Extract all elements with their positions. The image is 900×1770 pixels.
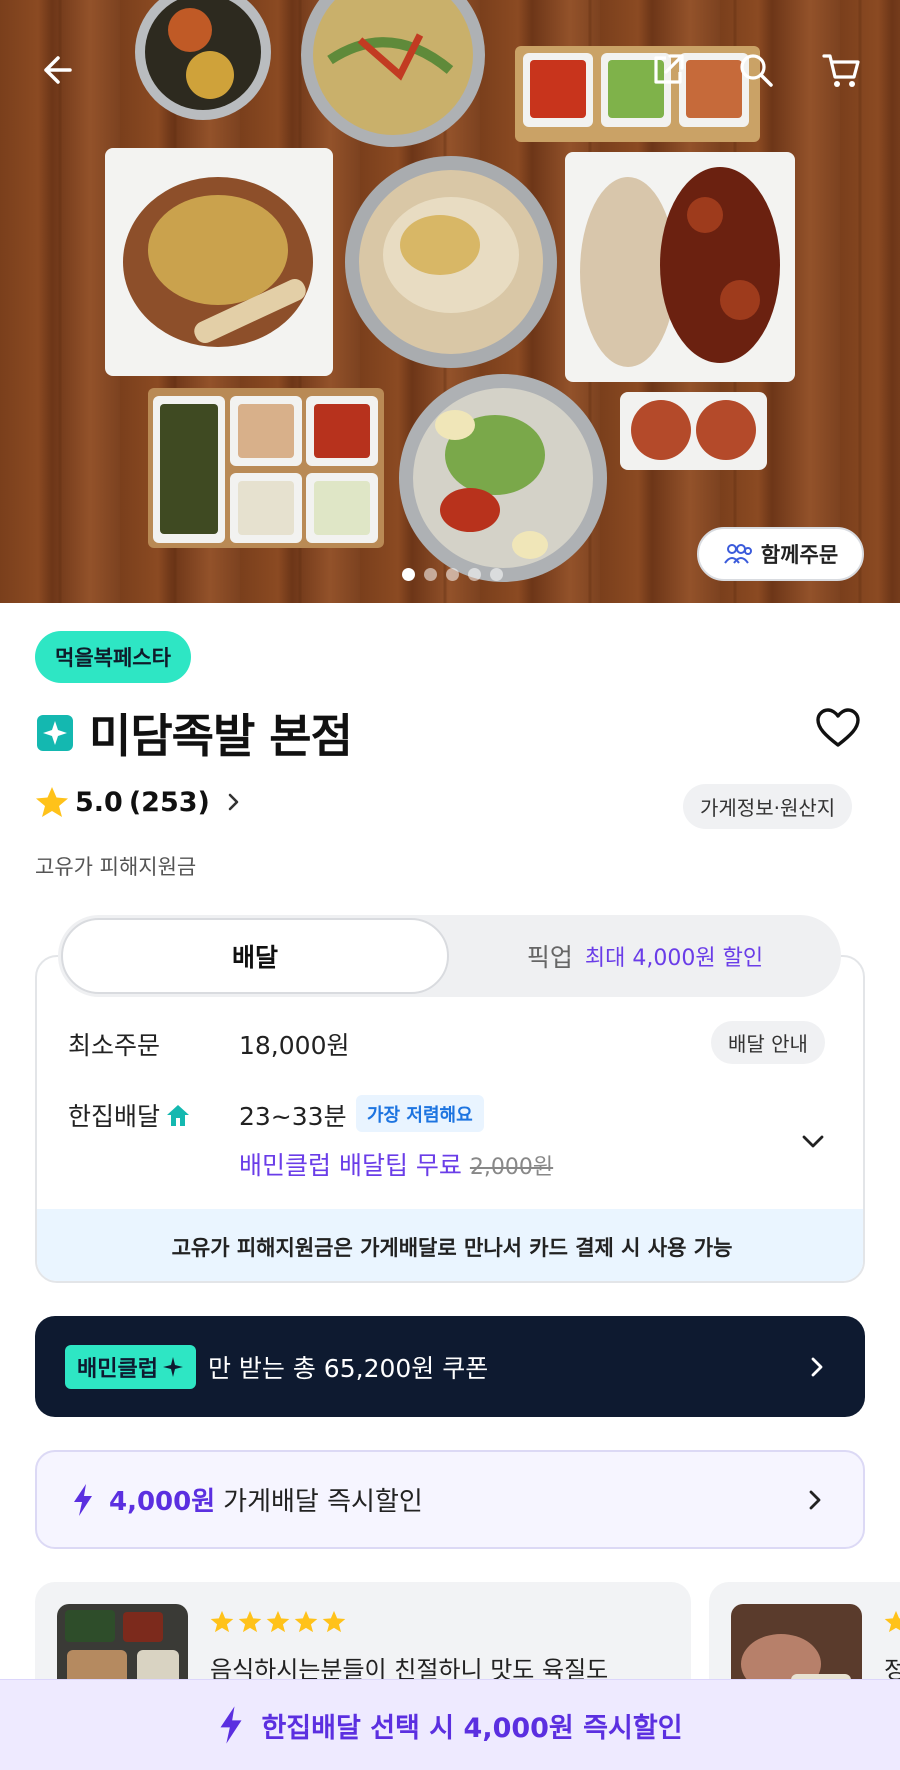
- house-icon: [167, 1105, 190, 1126]
- star-icon: [238, 1610, 262, 1633]
- lightning-icon: [220, 1706, 242, 1744]
- favorite-button[interactable]: [815, 707, 861, 753]
- club-banner-text: 만 받는 총 65,200원 쿠폰: [207, 1353, 489, 1383]
- carousel-dot: [490, 568, 503, 581]
- store-info-button[interactable]: 가게정보·원산지: [683, 784, 853, 829]
- back-button[interactable]: [28, 42, 84, 98]
- carousel-dot: [402, 568, 415, 581]
- rating-value: 5.0: [75, 786, 123, 818]
- club-free-tip: 배민클럽 배달팁 무료 2,000원: [239, 1146, 553, 1182]
- carousel-indicator: [402, 568, 503, 581]
- delivery-guide-button[interactable]: 배달 안내: [711, 1021, 825, 1064]
- together-order-label: 함께주문: [760, 543, 839, 567]
- club-store-icon: [37, 715, 73, 751]
- chevron-right-icon: [811, 1357, 823, 1376]
- carousel-dot: [424, 568, 437, 581]
- carousel-dot: [468, 568, 481, 581]
- store-name: 미담족발 본점: [89, 709, 353, 763]
- people-icon: [724, 544, 752, 564]
- star-icon: [266, 1610, 290, 1633]
- chevron-right-icon: [228, 793, 239, 811]
- together-order-button[interactable]: 함께주문: [697, 527, 864, 581]
- expand-delivery-button[interactable]: [800, 1128, 826, 1158]
- share-icon: [654, 54, 684, 84]
- star-icon: [210, 1610, 234, 1633]
- star-icon: [36, 787, 68, 817]
- bottom-bar-text: 한집배달 선택 시 4,000원 즉시할인: [261, 1712, 683, 1744]
- pickup-discount: 최대 4,000원 할인: [584, 946, 764, 971]
- promo-badge: 먹을복페스타: [35, 631, 191, 683]
- tab-pickup-label: 픽업: [526, 943, 573, 972]
- instant-discount-banner[interactable]: 4,000원 가게배달 즉시할인: [35, 1450, 865, 1549]
- bottom-discount-bar[interactable]: 한집배달 선택 시 4,000원 즉시할인: [0, 1679, 900, 1770]
- share-button[interactable]: [640, 42, 696, 98]
- lightning-icon: [74, 1483, 92, 1516]
- star-icon: [322, 1610, 346, 1633]
- review-count: (253): [128, 786, 210, 818]
- carousel-dot: [446, 568, 459, 581]
- min-order-label: 최소주문: [68, 1031, 161, 1060]
- club-logo-text: 배민클럽: [77, 1356, 158, 1382]
- store-detail-page: 함께주문 먹을복페스타 미담족발 본점 5.0 (253) 가게정보·원산지 고…: [0, 0, 900, 1770]
- club-logo: 배민클럽: [65, 1344, 196, 1389]
- rating-link[interactable]: 5.0 (253): [35, 786, 244, 818]
- search-button[interactable]: [728, 42, 784, 98]
- chevron-down-icon: [802, 1135, 824, 1148]
- chevron-right-icon: [809, 1490, 821, 1509]
- heart-icon: [816, 708, 860, 747]
- tab-pickup[interactable]: 픽업 최대 4,000원 할인: [449, 915, 841, 997]
- star-icon: [294, 1610, 318, 1633]
- club-free-text: 배민클럽 배달팁 무료: [239, 1151, 462, 1180]
- cart-icon: [822, 54, 860, 87]
- cart-button[interactable]: [814, 42, 870, 98]
- store-title: 미담족발 본점: [35, 700, 353, 766]
- instant-discount-text: 가게배달 즉시할인: [223, 1487, 423, 1517]
- delivery-time: 23~33분: [239, 1102, 347, 1131]
- tab-delivery[interactable]: 배달: [61, 918, 449, 994]
- star-icon: [884, 1610, 900, 1633]
- min-order-value: 18,000원: [239, 1031, 350, 1060]
- sparkle-icon: [162, 1356, 183, 1377]
- order-type-tabs: 배달 픽업 최대 4,000원 할인: [58, 915, 841, 997]
- hero-image[interactable]: 함께주문: [0, 0, 900, 603]
- review-stars: [884, 1610, 900, 1633]
- subsidy-notice: 고유가 피해지원금은 가게배달로 만나서 카드 결제 시 사용 가능: [37, 1209, 863, 1281]
- hanjip-delivery-row: 한집배달: [68, 1097, 192, 1133]
- back-arrow-icon: [44, 56, 72, 84]
- review-stars: [210, 1610, 346, 1633]
- subsidy-label: 고유가 피해지원금: [35, 855, 197, 879]
- instant-discount-amount: 4,000원: [109, 1487, 216, 1517]
- original-tip: 2,000원: [469, 1155, 554, 1180]
- search-icon: [740, 54, 773, 87]
- club-coupon-banner[interactable]: 배민클럽 만 받는 총 65,200원 쿠폰: [35, 1316, 865, 1417]
- cheapest-tag: 가장 저렴해요: [356, 1095, 484, 1132]
- hanjip-label: 한집배달: [68, 1102, 161, 1131]
